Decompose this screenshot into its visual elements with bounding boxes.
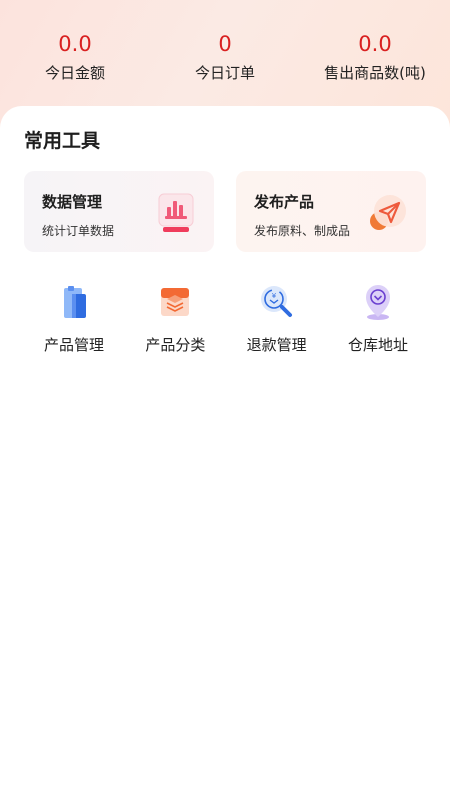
stat-label: 今日订单 [194,64,255,82]
data-chart-icon [158,193,194,232]
svg-text:¥: ¥ [271,292,276,300]
stat-value: 0.0 [358,32,392,56]
tool-refund-management[interactable]: ¥ 退款管理 [227,282,327,355]
stat-today-orders[interactable]: 0 今日订单 [160,30,290,83]
section-title: 常用工具 [24,130,101,152]
tool-label: 仓库地址 [347,336,408,354]
product-management-icon [64,286,86,318]
publish-product-card[interactable]: 发布产品 发布原料、制成品 [236,171,426,252]
data-management-card[interactable]: 数据管理 统计订单数据 [24,171,214,252]
stat-today-amount[interactable]: 0.0 今日金额 [10,30,140,83]
stat-label: 今日金额 [44,64,105,82]
send-icon [370,195,406,230]
product-category-icon [161,288,190,316]
stat-sold-goods[interactable]: 0.0 售出商品数(吨) [310,30,440,83]
stat-value: 0 [218,32,232,56]
stat-value: 0.0 [58,32,92,56]
stat-label: 售出商品数(吨) [324,64,426,82]
tool-product-management[interactable]: 产品管理 [24,282,124,355]
tool-product-category[interactable]: 产品分类 [125,282,225,355]
tools-panel: 常用工具 数据管理 统计订单数据 发布产品 发布原料、制成品 产品管理 产品分类… [0,106,450,800]
tool-grid: 产品管理 产品分类 ¥ 退款管理 仓库地址 [24,282,428,355]
tool-warehouse-address[interactable]: 仓库地址 [328,282,428,355]
tool-label: 产品分类 [145,336,206,354]
tool-label: 产品管理 [43,336,104,354]
stats-bar: 0.0 今日金额 0 今日订单 0.0 售出商品数(吨) [0,30,450,83]
refund-icon: ¥ [260,286,292,317]
tool-label: 退款管理 [246,336,307,354]
warehouse-location-icon [365,285,390,320]
